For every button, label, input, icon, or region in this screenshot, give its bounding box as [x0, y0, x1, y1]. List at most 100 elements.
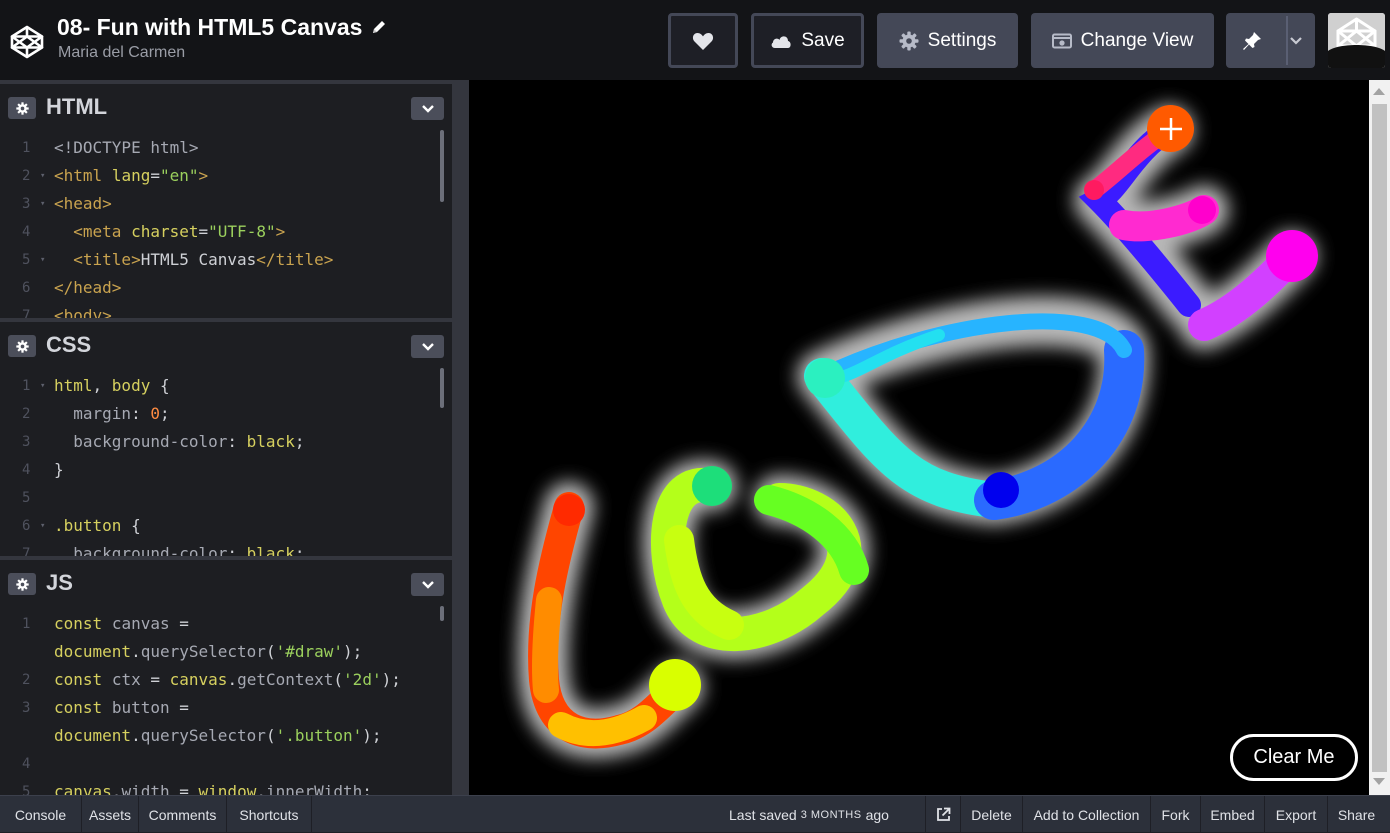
line-number: 7: [22, 546, 31, 556]
code-line: <html lang="en">: [54, 166, 209, 185]
line-number: 2: [22, 672, 31, 688]
pen-title[interactable]: 08- Fun with HTML5 Canvas: [57, 14, 362, 41]
like-button[interactable]: [668, 13, 738, 68]
last-saved-status: Last saved 3 MONTHS ago: [729, 796, 889, 833]
saved-time: 3 MONTHS: [800, 808, 862, 821]
line-number: 5: [22, 252, 31, 268]
code-line: <title>HTML5 Canvas</title>: [73, 250, 334, 269]
code-line: const ctx = canvas.getContext('2d');: [54, 670, 401, 689]
pin-button-group: [1226, 13, 1315, 68]
line-number: 6: [22, 518, 31, 534]
code-line: <meta charset="UTF-8">: [73, 222, 286, 241]
embed-button[interactable]: Embed: [1201, 796, 1265, 833]
css-editor-scrollbar[interactable]: [440, 368, 444, 408]
line-number: 6: [22, 280, 31, 296]
line-number: 5: [22, 784, 31, 795]
line-number: 4: [22, 224, 31, 240]
codepen-logo-icon[interactable]: [9, 24, 45, 60]
gear-icon: [899, 31, 919, 50]
fork-button[interactable]: Fork: [1151, 796, 1201, 833]
fold-arrow-icon[interactable]: ▾: [40, 162, 45, 190]
js-panel-title: JS: [46, 570, 73, 595]
code-line: .button {: [54, 516, 141, 535]
code-line: canvas.width = window.innerWidth;: [54, 782, 372, 795]
scroll-down-arrow-icon[interactable]: [1373, 778, 1385, 785]
export-button[interactable]: Export: [1265, 796, 1328, 833]
external-link-icon: [936, 807, 950, 821]
js-panel-header: JS: [0, 556, 452, 604]
line-number: 5: [22, 490, 31, 506]
code-line: const canvas =: [54, 614, 189, 633]
gear-icon: [15, 577, 29, 591]
change-view-label: Change View: [1080, 29, 1194, 51]
code-line: }: [54, 460, 64, 479]
preview-scroll-thumb[interactable]: [1372, 104, 1387, 772]
js-editor-scrollbar[interactable]: [440, 606, 444, 621]
pencil-icon[interactable]: [370, 18, 388, 36]
change-view-icon: [1051, 33, 1072, 48]
delete-button[interactable]: Delete: [961, 796, 1023, 833]
html-editor-panel: HTML 1 <!DOCTYPE html> 2 ▾ <html lang="en"> 3…: [0, 80, 452, 318]
line-number: 3: [22, 700, 31, 716]
add-to-collection-button[interactable]: Add to Collection: [1023, 796, 1151, 833]
assets-button[interactable]: Assets: [82, 796, 139, 833]
save-label: Save: [801, 29, 845, 51]
saved-prefix: Last saved: [729, 806, 797, 823]
code-line: <head>: [54, 194, 112, 213]
line-number: 1: [22, 616, 31, 632]
code-line: <body>: [54, 306, 112, 318]
fold-arrow-icon[interactable]: ▾: [40, 246, 45, 274]
comments-button[interactable]: Comments: [139, 796, 227, 833]
save-button[interactable]: Save: [751, 13, 864, 68]
pin-button[interactable]: [1226, 16, 1288, 65]
code-line: margin: 0;: [73, 404, 170, 423]
author-name[interactable]: Maria del Carmen: [58, 44, 185, 62]
resize-divider[interactable]: [452, 80, 469, 795]
code-line: background-color: black;: [73, 544, 305, 556]
result-preview[interactable]: Clear Me: [469, 80, 1369, 795]
css-collapse-button[interactable]: [411, 335, 444, 358]
user-avatar[interactable]: [1328, 13, 1385, 68]
line-number: 4: [22, 462, 31, 478]
fold-arrow-icon[interactable]: ▾: [40, 190, 45, 218]
share-button[interactable]: Share: [1328, 796, 1385, 833]
html-editor-scrollbar[interactable]: [440, 130, 444, 202]
open-external-button[interactable]: [925, 796, 961, 833]
line-number: 1: [22, 378, 31, 394]
js-collapse-button[interactable]: [411, 573, 444, 596]
top-bar: 08- Fun with HTML5 Canvas Maria del Carm…: [0, 0, 1390, 80]
console-button[interactable]: Console: [0, 796, 82, 833]
cursor-crosshair: [1147, 105, 1194, 152]
footer-bar: Console Assets Comments Shortcuts Last s…: [0, 795, 1390, 833]
code-line: document.querySelector('.button');: [54, 726, 382, 745]
line-number: 2: [22, 168, 31, 184]
js-settings-button[interactable]: [8, 573, 36, 595]
css-settings-button[interactable]: [8, 335, 36, 357]
chevron-down-icon: [1289, 36, 1302, 45]
css-panel-title: CSS: [46, 332, 92, 357]
shortcuts-button[interactable]: Shortcuts: [227, 796, 312, 833]
html-panel-header: HTML: [0, 80, 452, 128]
line-number: 1: [22, 140, 31, 156]
html-settings-button[interactable]: [8, 97, 36, 119]
gear-icon: [15, 339, 29, 353]
scroll-up-arrow-icon[interactable]: [1373, 88, 1385, 95]
chevron-down-icon: [421, 580, 434, 589]
change-view-button[interactable]: Change View: [1031, 13, 1214, 68]
canvas-drawing[interactable]: [469, 80, 1369, 795]
saved-suffix: ago: [865, 806, 889, 823]
plus-icon: [1159, 117, 1182, 140]
line-number: 4: [22, 756, 31, 772]
settings-button[interactable]: Settings: [877, 13, 1018, 68]
code-line: html, body {: [54, 376, 170, 395]
css-panel-header: CSS: [0, 318, 452, 366]
html-collapse-button[interactable]: [411, 97, 444, 120]
line-number: 7: [22, 308, 31, 318]
editor-column: HTML 1 <!DOCTYPE html> 2 ▾ <html lang="en"> 3…: [0, 80, 452, 795]
fold-arrow-icon[interactable]: ▾: [40, 512, 45, 540]
fold-arrow-icon[interactable]: ▾: [40, 372, 45, 400]
clear-me-button[interactable]: Clear Me: [1230, 734, 1358, 781]
code-line: </head>: [54, 278, 122, 297]
code-line: const button =: [54, 698, 189, 717]
pin-dropdown-button[interactable]: [1288, 36, 1312, 46]
